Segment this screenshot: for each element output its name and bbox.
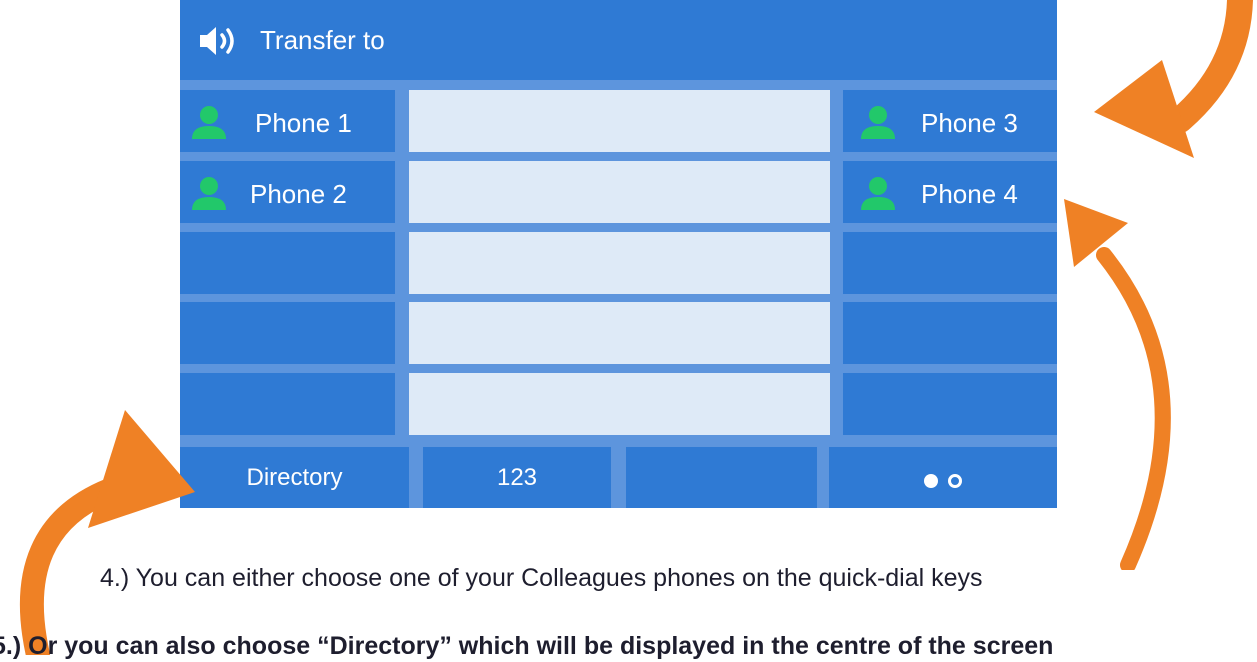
left-key-3[interactable] (180, 232, 395, 294)
person-icon (861, 106, 895, 139)
page-dot-next (948, 473, 962, 488)
person-icon (192, 177, 226, 210)
softkey-page-dots[interactable] (829, 447, 1057, 508)
right-key-label: Phone 4 (921, 179, 1018, 209)
left-key-4[interactable] (180, 302, 395, 364)
left-key-5[interactable] (180, 373, 395, 435)
center-field-5 (409, 373, 830, 435)
left-key-2[interactable]: Phone 2 (180, 161, 395, 223)
right-key-2[interactable]: Phone 4 (843, 161, 1057, 223)
caption-step-4: 4.) You can either choose one of your Co… (100, 564, 983, 592)
speaker-icon (200, 27, 234, 55)
softkey-blank[interactable] (626, 447, 817, 508)
person-icon (192, 106, 226, 139)
right-key-4[interactable] (843, 302, 1057, 364)
arrow-icon (1064, 199, 1171, 570)
screen-title: Transfer to (260, 25, 385, 55)
right-key-5[interactable] (843, 373, 1057, 435)
page-dots-icon (924, 473, 962, 488)
left-key-1[interactable]: Phone 1 (180, 90, 395, 152)
arrow-icon (1094, 0, 1253, 158)
right-key-1[interactable]: Phone 3 (843, 90, 1057, 152)
center-field-1 (409, 90, 830, 152)
softkey-123[interactable]: 123 (423, 447, 611, 508)
right-key-3[interactable] (843, 232, 1057, 294)
center-field-2 (409, 161, 830, 223)
person-icon (861, 177, 895, 210)
center-field-4 (409, 302, 830, 364)
softkey-directory-label: Directory (246, 463, 343, 491)
title-bar: Transfer to (180, 0, 1057, 80)
softkey-123-label: 123 (496, 463, 538, 491)
left-key-label: Phone 1 (255, 108, 352, 138)
softkey-directory[interactable]: Directory (180, 447, 409, 508)
right-key-label: Phone 3 (921, 108, 1018, 138)
caption-step-5: 5.) Or you can also choose “Directory” w… (0, 632, 1054, 660)
center-field-3 (409, 232, 830, 294)
page-dot-current (924, 473, 938, 488)
phone-screen: Transfer to Phone 1 Phone 2 Phone 3 Phon… (180, 0, 1057, 508)
left-key-label: Phone 2 (250, 179, 347, 209)
arrow-icon (19, 410, 195, 655)
